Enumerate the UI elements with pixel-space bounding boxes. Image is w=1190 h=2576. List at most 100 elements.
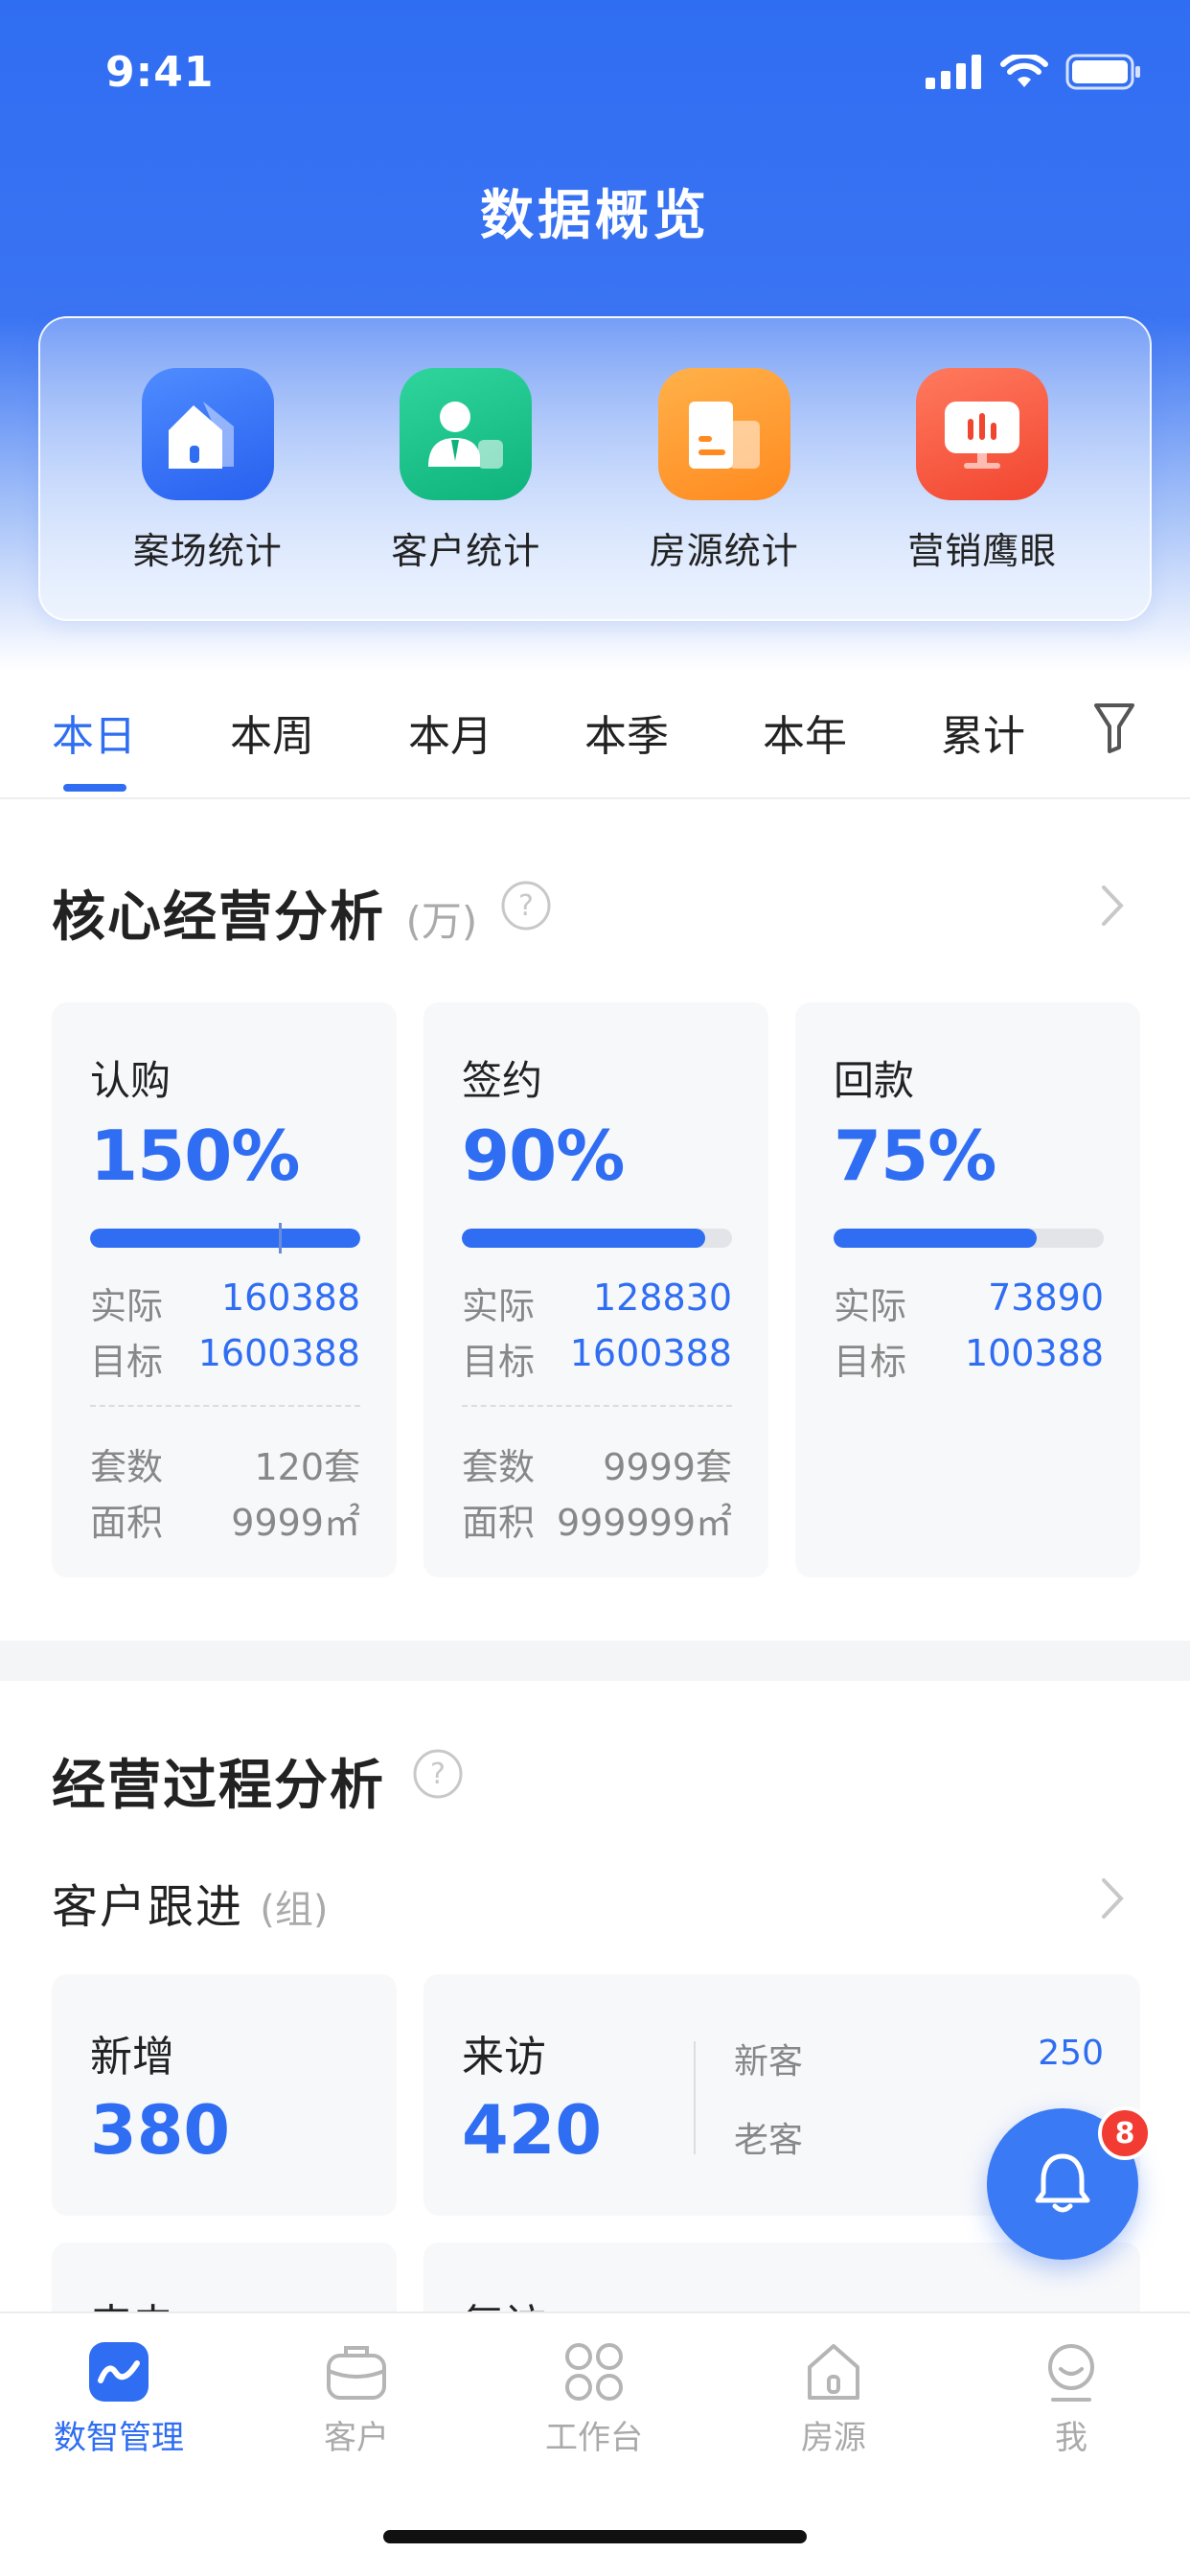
target-row: 目标 100388 [834, 1332, 1104, 1385]
stat-value: 420 [462, 2091, 603, 2170]
nav-label: 数智管理 [54, 2419, 184, 2457]
area-row: 面积 999999㎡ [462, 1493, 732, 1546]
core-analysis-title-text: 核心经营分析 [52, 886, 385, 949]
help-icon[interactable]: ? [500, 880, 552, 932]
core-analysis-unit: (万) [405, 898, 478, 945]
nav-label: 房源 [801, 2419, 866, 2457]
progress-bar-fill [834, 1229, 1037, 1248]
property-icon [657, 368, 790, 500]
new-visitor-value: 250 [1038, 2034, 1104, 2073]
notification-badge: 8 [1098, 2106, 1152, 2160]
tab-cumulative[interactable]: 累计 [941, 702, 1025, 763]
nav-label: 我 [1055, 2419, 1087, 2457]
nav-label: 客户 [324, 2419, 389, 2457]
quick-entry-panel: 案场统计 客户统计 房源统计 营销鹰眼 [38, 316, 1152, 621]
nav-item-me[interactable]: 我 [975, 2340, 1167, 2458]
chevron-right-icon[interactable] [1098, 1876, 1127, 1920]
returning-visitor-label: 老客 [734, 2121, 804, 2160]
row-key: 套数 [462, 1446, 536, 1488]
chevron-right-icon[interactable] [1098, 884, 1127, 928]
tab-quarter[interactable]: 本季 [584, 702, 669, 763]
tab-month[interactable]: 本月 [408, 702, 492, 763]
card-percentage: 90% [462, 1116, 625, 1196]
customer-follow-title: 客户跟进 (组) [52, 1869, 329, 1936]
actual-row: 实际 128830 [462, 1276, 732, 1329]
period-tabs: 本日 本周 本月 本季 本年 累计 [0, 671, 1190, 799]
row-value: 9999套 [603, 1446, 732, 1488]
actual-row: 实际 160388 [90, 1276, 360, 1329]
row-key: 套数 [90, 1446, 164, 1488]
row-value: 160388 [220, 1276, 360, 1319]
core-analysis-title: 核心经营分析 (万) [52, 874, 477, 952]
row-value: 1600388 [569, 1332, 732, 1374]
payment-card[interactable]: 回款 75% 实际 73890 目标 100388 [795, 1002, 1140, 1577]
card-label: 认购 [90, 1057, 172, 1104]
progress-bar-fill [90, 1229, 360, 1248]
new-visitor-label: 新客 [734, 2042, 804, 2082]
dashed-divider [90, 1405, 360, 1407]
quick-item-site-stats[interactable]: 案场统计 [93, 318, 323, 619]
progress-target-marker [279, 1223, 282, 1254]
tab-week[interactable]: 本周 [230, 702, 314, 763]
progress-bar-fill [462, 1229, 705, 1248]
stat-label: 新增 [90, 2033, 174, 2082]
card-label: 签约 [462, 1057, 543, 1104]
count-row: 套数 9999套 [462, 1438, 732, 1490]
row-key: 面积 [90, 1502, 164, 1544]
house-icon [141, 368, 274, 500]
subscription-card[interactable]: 认购 150% 实际 160388 目标 1600388 套数 120套 面积 … [52, 1002, 397, 1577]
target-row: 目标 1600388 [462, 1332, 732, 1385]
cellular-signal-icon [926, 55, 981, 89]
nav-item-properties[interactable]: 房源 [738, 2340, 929, 2458]
new-customers-card[interactable]: 新增 380 [52, 1974, 397, 2216]
dashed-divider [462, 1405, 732, 1407]
house-outline-icon [808, 2344, 859, 2400]
row-value: 1600388 [197, 1332, 360, 1374]
row-key: 目标 [90, 1341, 164, 1383]
row-value: 9999㎡ [231, 1502, 360, 1544]
quick-item-marketing-eye[interactable]: 营销鹰眼 [867, 318, 1097, 619]
progress-bar [834, 1229, 1104, 1248]
filter-icon[interactable] [1092, 702, 1136, 755]
status-time: 9:41 [105, 48, 215, 97]
grid-icon [565, 2343, 623, 2401]
active-tab-indicator [63, 784, 126, 792]
progress-bar [462, 1229, 732, 1248]
row-value: 128830 [592, 1276, 732, 1319]
row-key: 面积 [462, 1502, 536, 1544]
nav-item-smart-management[interactable]: 数智管理 [23, 2340, 215, 2458]
tab-today[interactable]: 本日 [52, 702, 136, 763]
nav-item-customers[interactable]: 客户 [261, 2340, 452, 2458]
quick-label: 营销鹰眼 [907, 530, 1058, 572]
quick-label: 客户统计 [391, 530, 541, 572]
row-key: 目标 [834, 1341, 907, 1383]
home-indicator [383, 2530, 807, 2543]
nav-item-workbench[interactable]: 工作台 [498, 2340, 690, 2458]
row-key: 实际 [462, 1285, 536, 1327]
monitor-icon [916, 368, 1049, 500]
bell-icon [1035, 2153, 1090, 2213]
status-bar: 9:41 [0, 0, 1190, 144]
customer-follow-title-text: 客户跟进 [52, 1880, 244, 1934]
stat-label: 来访 [462, 2033, 546, 2082]
help-icon[interactable]: ? [412, 1748, 464, 1800]
row-key: 实际 [834, 1285, 907, 1327]
page-title: 数据概览 [480, 185, 710, 247]
row-value: 73890 [988, 1276, 1104, 1319]
svg-text:?: ? [518, 889, 534, 923]
actual-row: 实际 73890 [834, 1276, 1104, 1329]
trend-icon [89, 2342, 149, 2402]
row-key: 实际 [90, 1285, 164, 1327]
target-row: 目标 1600388 [90, 1332, 360, 1385]
vertical-divider [694, 2041, 696, 2154]
user-face-icon [1048, 2344, 1094, 2402]
card-percentage: 75% [834, 1116, 996, 1196]
quick-label: 房源统计 [649, 530, 799, 572]
tab-year[interactable]: 本年 [763, 702, 847, 763]
battery-icon [1065, 54, 1140, 90]
quick-item-property-stats[interactable]: 房源统计 [609, 318, 839, 619]
count-row: 套数 120套 [90, 1438, 360, 1490]
area-row: 面积 9999㎡ [90, 1493, 360, 1546]
contract-card[interactable]: 签约 90% 实际 128830 目标 1600388 套数 9999套 面积 … [423, 1002, 768, 1577]
quick-item-customer-stats[interactable]: 客户统计 [351, 318, 581, 619]
